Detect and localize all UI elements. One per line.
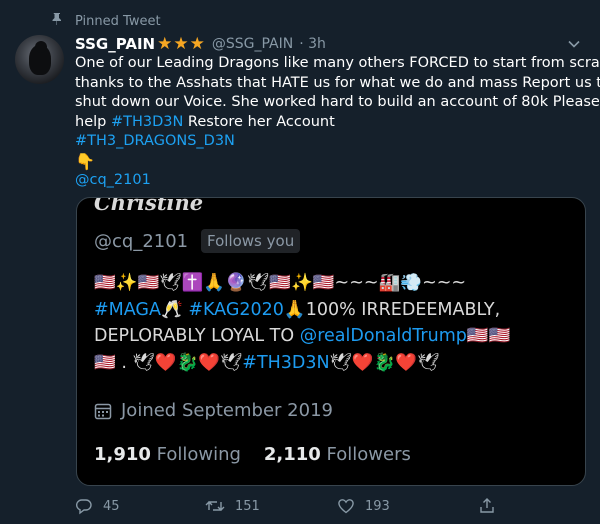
heart-icon	[338, 499, 354, 514]
bio-line: 🇺🇸✨🇺🇸🕊✝️🙏🔮🕊🇺🇸✨🇺🇸~~~🏭💨~~~	[94, 273, 467, 293]
calendar-icon	[94, 403, 112, 420]
bio-line: #MAGA🥂 #KAG2020🙏100% IRREDEEMABLY,	[94, 299, 501, 320]
share-button[interactable]	[478, 497, 506, 515]
pinned-label: Pinned Tweet	[75, 14, 161, 29]
tweet-line: One of our Leading Dragons like many oth…	[75, 55, 600, 71]
author-handle[interactable]: @SSG_PAIN	[212, 36, 293, 52]
tweet-time[interactable]: · 3h	[299, 36, 326, 52]
embedded-image[interactable]: Christine @cq_2101 Follows you 🇺🇸✨🇺🇸🕊✝️🙏…	[76, 197, 586, 486]
profile-bio: 🇺🇸✨🇺🇸🕊✝️🙏🔮🕊🇺🇸✨🇺🇸~~~🏭💨~~~ #MAGA🥂 #KAG2020…	[94, 270, 574, 376]
tweet-actions: 45 151 193	[75, 497, 580, 517]
joined-date: Joined September 2019	[121, 400, 333, 421]
hashtag-link[interactable]: #TH3D3N	[111, 114, 183, 130]
share-icon	[480, 498, 494, 513]
profile-handle: @cq_2101	[94, 231, 189, 252]
followers-count: 2,110	[263, 444, 321, 465]
tweet-text: One of our Leading Dragons like many oth…	[75, 54, 600, 191]
tweet-line: #TH3_DRAGONS_D3N	[75, 132, 580, 152]
retweet-button[interactable]: 151	[205, 497, 260, 515]
profile-name: Christine	[94, 197, 204, 215]
tweet-header: SSG_PAIN ★★★ @SSG_PAIN · 3h	[75, 34, 326, 54]
chevron-down-icon[interactable]	[567, 37, 581, 51]
pin-icon	[52, 13, 61, 25]
retweet-icon	[205, 501, 225, 511]
reply-icon	[76, 499, 92, 515]
followers-label: Followers	[326, 444, 411, 465]
reply-count: 45	[103, 498, 120, 514]
reply-button[interactable]: 45	[75, 497, 120, 515]
pointing-down-emoji: 👇	[75, 151, 95, 171]
like-button[interactable]: 193	[337, 497, 390, 515]
mention-link[interactable]: @cq_2101	[75, 172, 151, 188]
author-name[interactable]: SSG_PAIN	[75, 35, 155, 53]
tweet-line: shut down our Voice. She worked hard to …	[75, 94, 600, 110]
follows-you-badge: Follows you	[201, 229, 301, 253]
following-count: 1,910	[94, 444, 151, 465]
tweet-line: help #TH3D3N Restore her Account	[75, 113, 335, 130]
tweet-line: thanks to the Asshats that HATE us for w…	[75, 74, 600, 91]
avatar[interactable]	[15, 35, 64, 84]
retweet-count: 151	[235, 498, 260, 514]
profile-stats: 1,910 Following 2,110 Followers	[94, 444, 411, 465]
star-emojis: ★★★	[157, 34, 206, 54]
bio-line: DEPLORABLY LOYAL TO @realDonaldTrump🇺🇸🇺🇸	[94, 326, 511, 346]
hashtag-link[interactable]: #TH3_DRAGONS_D3N	[75, 133, 235, 149]
like-count: 193	[365, 498, 390, 514]
bio-line: 🇺🇸 . 🕊❤️🐉❤️🕊#TH3D3N🕊❤️🐉❤️🕊	[94, 352, 440, 373]
following-label: Following	[156, 444, 241, 465]
tweet-line: @cq_2101	[75, 171, 580, 191]
